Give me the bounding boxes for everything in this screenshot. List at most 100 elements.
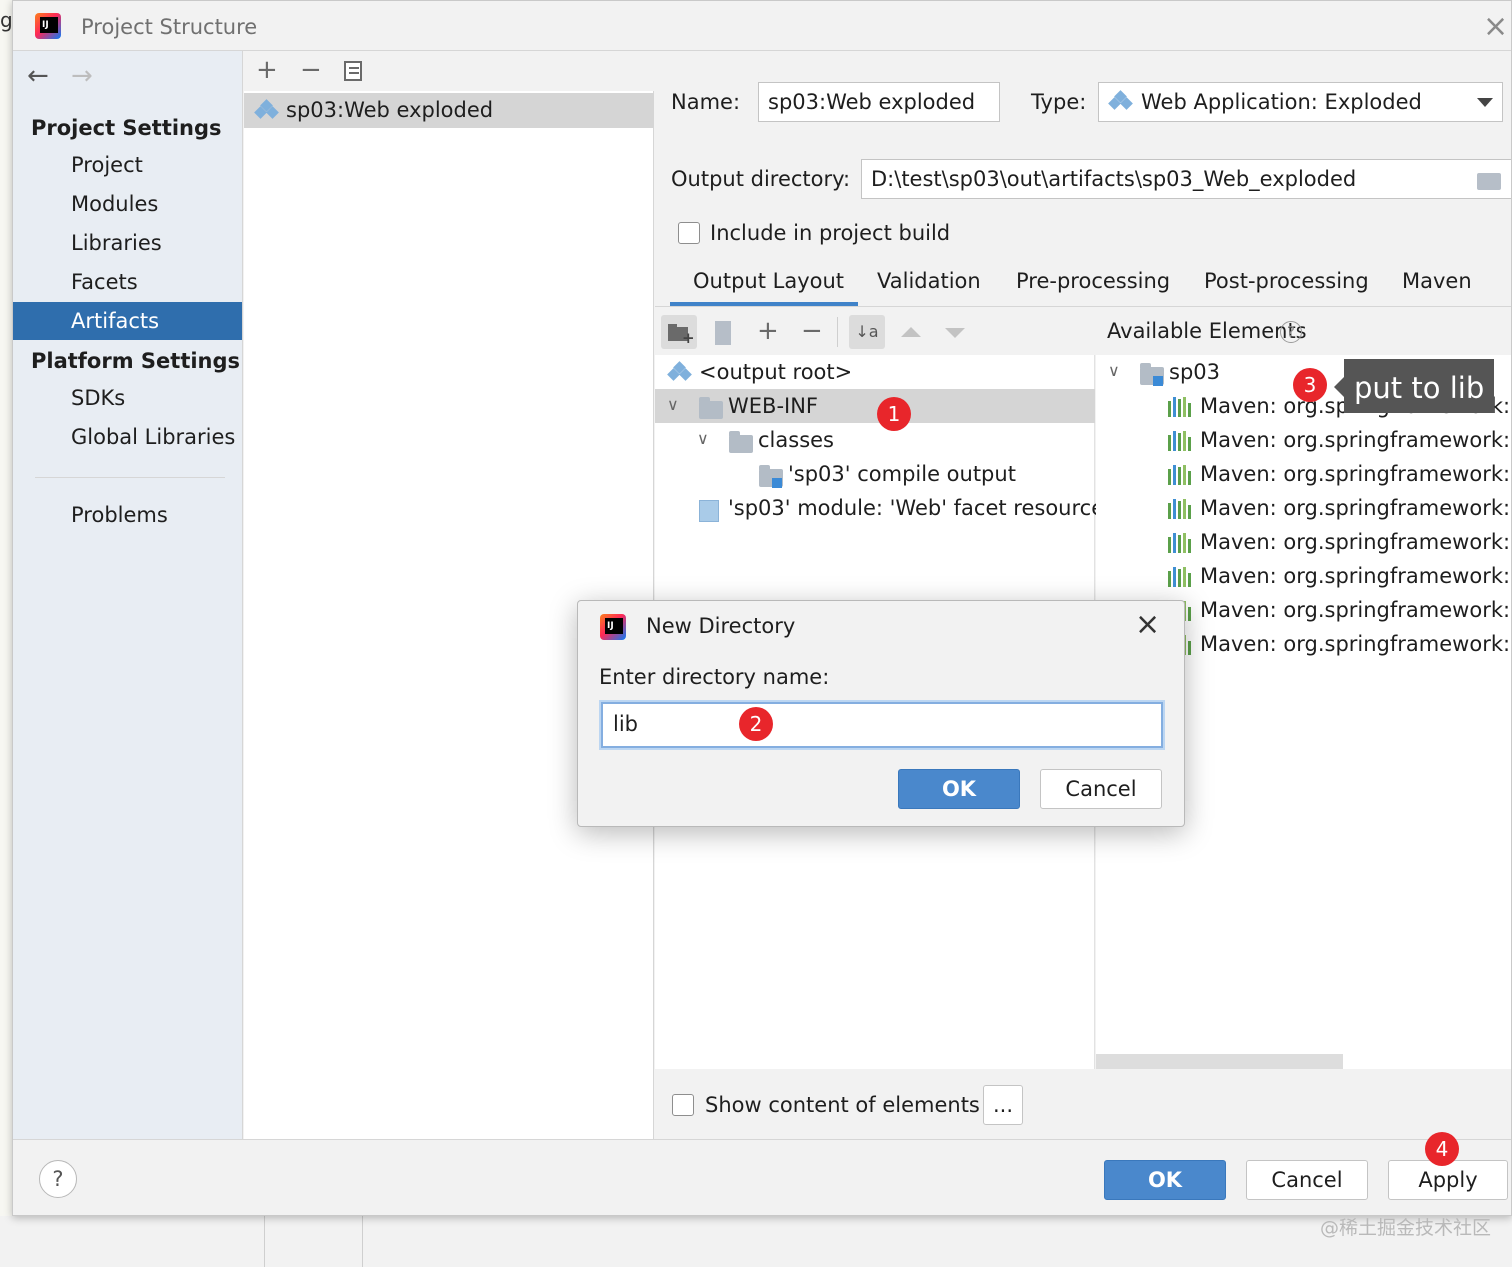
output-directory-field[interactable]: D:\test\sp03\out\artifacts\sp03_Web_expl… xyxy=(861,159,1511,199)
chevron-down-icon[interactable]: ∨ xyxy=(667,395,679,414)
create-archive-icon[interactable] xyxy=(715,321,731,345)
web-app-icon xyxy=(1108,90,1133,114)
tab-maven[interactable]: Maven xyxy=(1402,269,1472,293)
include-in-build-checkbox[interactable] xyxy=(678,222,700,244)
sidebar-item-libraries[interactable]: Libraries xyxy=(71,231,162,255)
active-tab-indicator xyxy=(670,302,858,306)
intellij-logo-icon xyxy=(600,614,626,640)
footer-bar: ? OK Cancel Apply xyxy=(13,1139,1511,1215)
copy-artifact-icon[interactable] xyxy=(344,61,362,81)
dropdown-chevron-icon[interactable] xyxy=(1477,98,1493,107)
forward-arrow-icon[interactable]: → xyxy=(71,61,93,91)
maven-library-icon xyxy=(1168,431,1192,451)
watermark: @稀土掘金技术社区 xyxy=(1320,1217,1492,1239)
help-circle-icon[interactable]: ? xyxy=(1280,321,1302,343)
artifact-list-panel: + − sp03:Web exploded xyxy=(244,51,654,1139)
toolbar-separator xyxy=(837,317,838,347)
add-artifact-icon[interactable]: + xyxy=(256,57,278,83)
directory-name-input[interactable]: lib xyxy=(601,702,1163,748)
maven-item[interactable]: Maven: org.springframework:spr xyxy=(1200,530,1511,554)
move-down-icon[interactable] xyxy=(945,328,965,338)
maven-library-icon xyxy=(1168,567,1192,587)
sidebar-item-global-libraries[interactable]: Global Libraries xyxy=(71,425,235,449)
intellij-logo-icon xyxy=(35,13,61,39)
chevron-down-icon[interactable]: ∨ xyxy=(1108,361,1120,380)
dialog-cancel-button[interactable]: Cancel xyxy=(1040,769,1162,809)
show-content-checkbox[interactable] xyxy=(672,1094,694,1116)
folder-icon xyxy=(729,431,753,453)
sidebar-item-modules[interactable]: Modules xyxy=(71,192,158,216)
tree-node-sp03[interactable]: sp03 xyxy=(1169,360,1220,384)
sidebar-item-sdks[interactable]: SDKs xyxy=(71,386,125,410)
remove-artifact-icon[interactable]: − xyxy=(300,57,322,83)
web-facet-icon xyxy=(699,500,719,522)
tree-node-compile-output[interactable]: 'sp03' compile output xyxy=(788,462,1016,486)
show-content-label: Show content of elements xyxy=(705,1093,980,1117)
sidebar-item-facets[interactable]: Facets xyxy=(71,270,138,294)
maven-library-icon xyxy=(1168,397,1192,417)
dialog-ok-button[interactable]: OK xyxy=(898,769,1020,809)
tab-post-processing[interactable]: Post-processing xyxy=(1204,269,1369,293)
sidebar-divider xyxy=(35,477,225,478)
move-up-icon[interactable] xyxy=(901,327,921,337)
window-title: Project Structure xyxy=(81,15,258,39)
folder-browse-icon[interactable] xyxy=(1477,173,1501,190)
apply-button[interactable]: Apply xyxy=(1388,1160,1508,1200)
tab-validation[interactable]: Validation xyxy=(877,269,981,293)
tree-node-web-inf[interactable]: WEB-INF xyxy=(728,394,818,418)
annotation-badge: 2 xyxy=(739,707,773,741)
maven-item[interactable]: Maven: org.springframework:spr xyxy=(1200,598,1511,622)
name-field[interactable]: sp03:Web exploded xyxy=(758,82,1000,122)
sidebar-item-artifacts[interactable]: Artifacts xyxy=(71,309,159,333)
maven-library-icon xyxy=(1168,465,1192,485)
horizontal-scrollbar[interactable] xyxy=(1096,1054,1343,1069)
tree-node-classes[interactable]: classes xyxy=(758,428,834,452)
include-in-build-label: Include in project build xyxy=(710,221,951,245)
type-select[interactable]: Web Application: Exploded xyxy=(1098,82,1503,122)
module-output-icon xyxy=(759,465,783,488)
remove-element-icon[interactable]: − xyxy=(801,318,823,344)
background-letter: g xyxy=(0,8,13,32)
background-divider xyxy=(264,1216,265,1267)
dialog-title: New Directory xyxy=(646,614,796,638)
cancel-button[interactable]: Cancel xyxy=(1246,1160,1368,1200)
background-window-strip xyxy=(0,0,12,1267)
sidebar-item-problems[interactable]: Problems xyxy=(71,503,168,527)
available-elements-label: Available Elements xyxy=(1107,319,1307,343)
add-element-icon[interactable]: + xyxy=(757,318,779,344)
background-window-bottom xyxy=(0,1216,1512,1267)
close-icon[interactable]: × xyxy=(1483,9,1508,44)
artifact-toolbar: + − xyxy=(244,51,654,91)
chevron-down-icon[interactable]: ∨ xyxy=(697,429,709,448)
maven-item[interactable]: Maven: org.springframework:spr xyxy=(1200,428,1511,452)
tab-output-layout[interactable]: Output Layout xyxy=(693,269,844,293)
more-options-button[interactable]: ... xyxy=(983,1085,1023,1125)
create-directory-button[interactable]: + xyxy=(661,315,697,349)
new-directory-dialog: New Directory × Enter directory name: li… xyxy=(577,600,1185,827)
tab-pre-processing[interactable]: Pre-processing xyxy=(1016,269,1170,293)
maven-library-icon xyxy=(1168,533,1192,553)
sort-elements-icon[interactable]: ↓a xyxy=(849,315,885,349)
maven-item[interactable]: Maven: org.springframework:spr xyxy=(1200,564,1511,588)
maven-item[interactable]: Maven: org.springframework:spr xyxy=(1200,496,1511,520)
layout-toolbar: + + − ↓a xyxy=(655,309,1095,355)
maven-item[interactable]: Maven: org.springframework:spr xyxy=(1200,632,1511,656)
help-button[interactable]: ? xyxy=(39,1160,77,1198)
dialog-close-icon[interactable]: × xyxy=(1135,607,1160,642)
tree-node-output-root[interactable]: <output root> xyxy=(699,360,852,384)
annotation-badge: 3 xyxy=(1293,368,1327,402)
back-arrow-icon[interactable]: ← xyxy=(27,61,49,91)
folder-icon xyxy=(699,397,723,419)
type-label: Type: xyxy=(1031,90,1087,114)
tree-node-facet-resources[interactable]: 'sp03' module: 'Web' facet resources xyxy=(728,496,1115,520)
maven-item[interactable]: Maven: org.springframework:spr xyxy=(1200,462,1511,486)
ok-button[interactable]: OK xyxy=(1104,1160,1226,1200)
dialog-prompt: Enter directory name: xyxy=(599,665,830,689)
output-directory-label: Output directory: xyxy=(671,167,851,191)
background-divider xyxy=(362,1216,363,1267)
web-artifact-icon xyxy=(254,99,279,123)
artifact-editor: Name: sp03:Web exploded Type: Web Applic… xyxy=(655,51,1511,1139)
annotation-tooltip: put to lib xyxy=(1334,359,1494,413)
sidebar-item-project[interactable]: Project xyxy=(71,153,143,177)
project-settings-header: Project Settings xyxy=(31,116,222,140)
